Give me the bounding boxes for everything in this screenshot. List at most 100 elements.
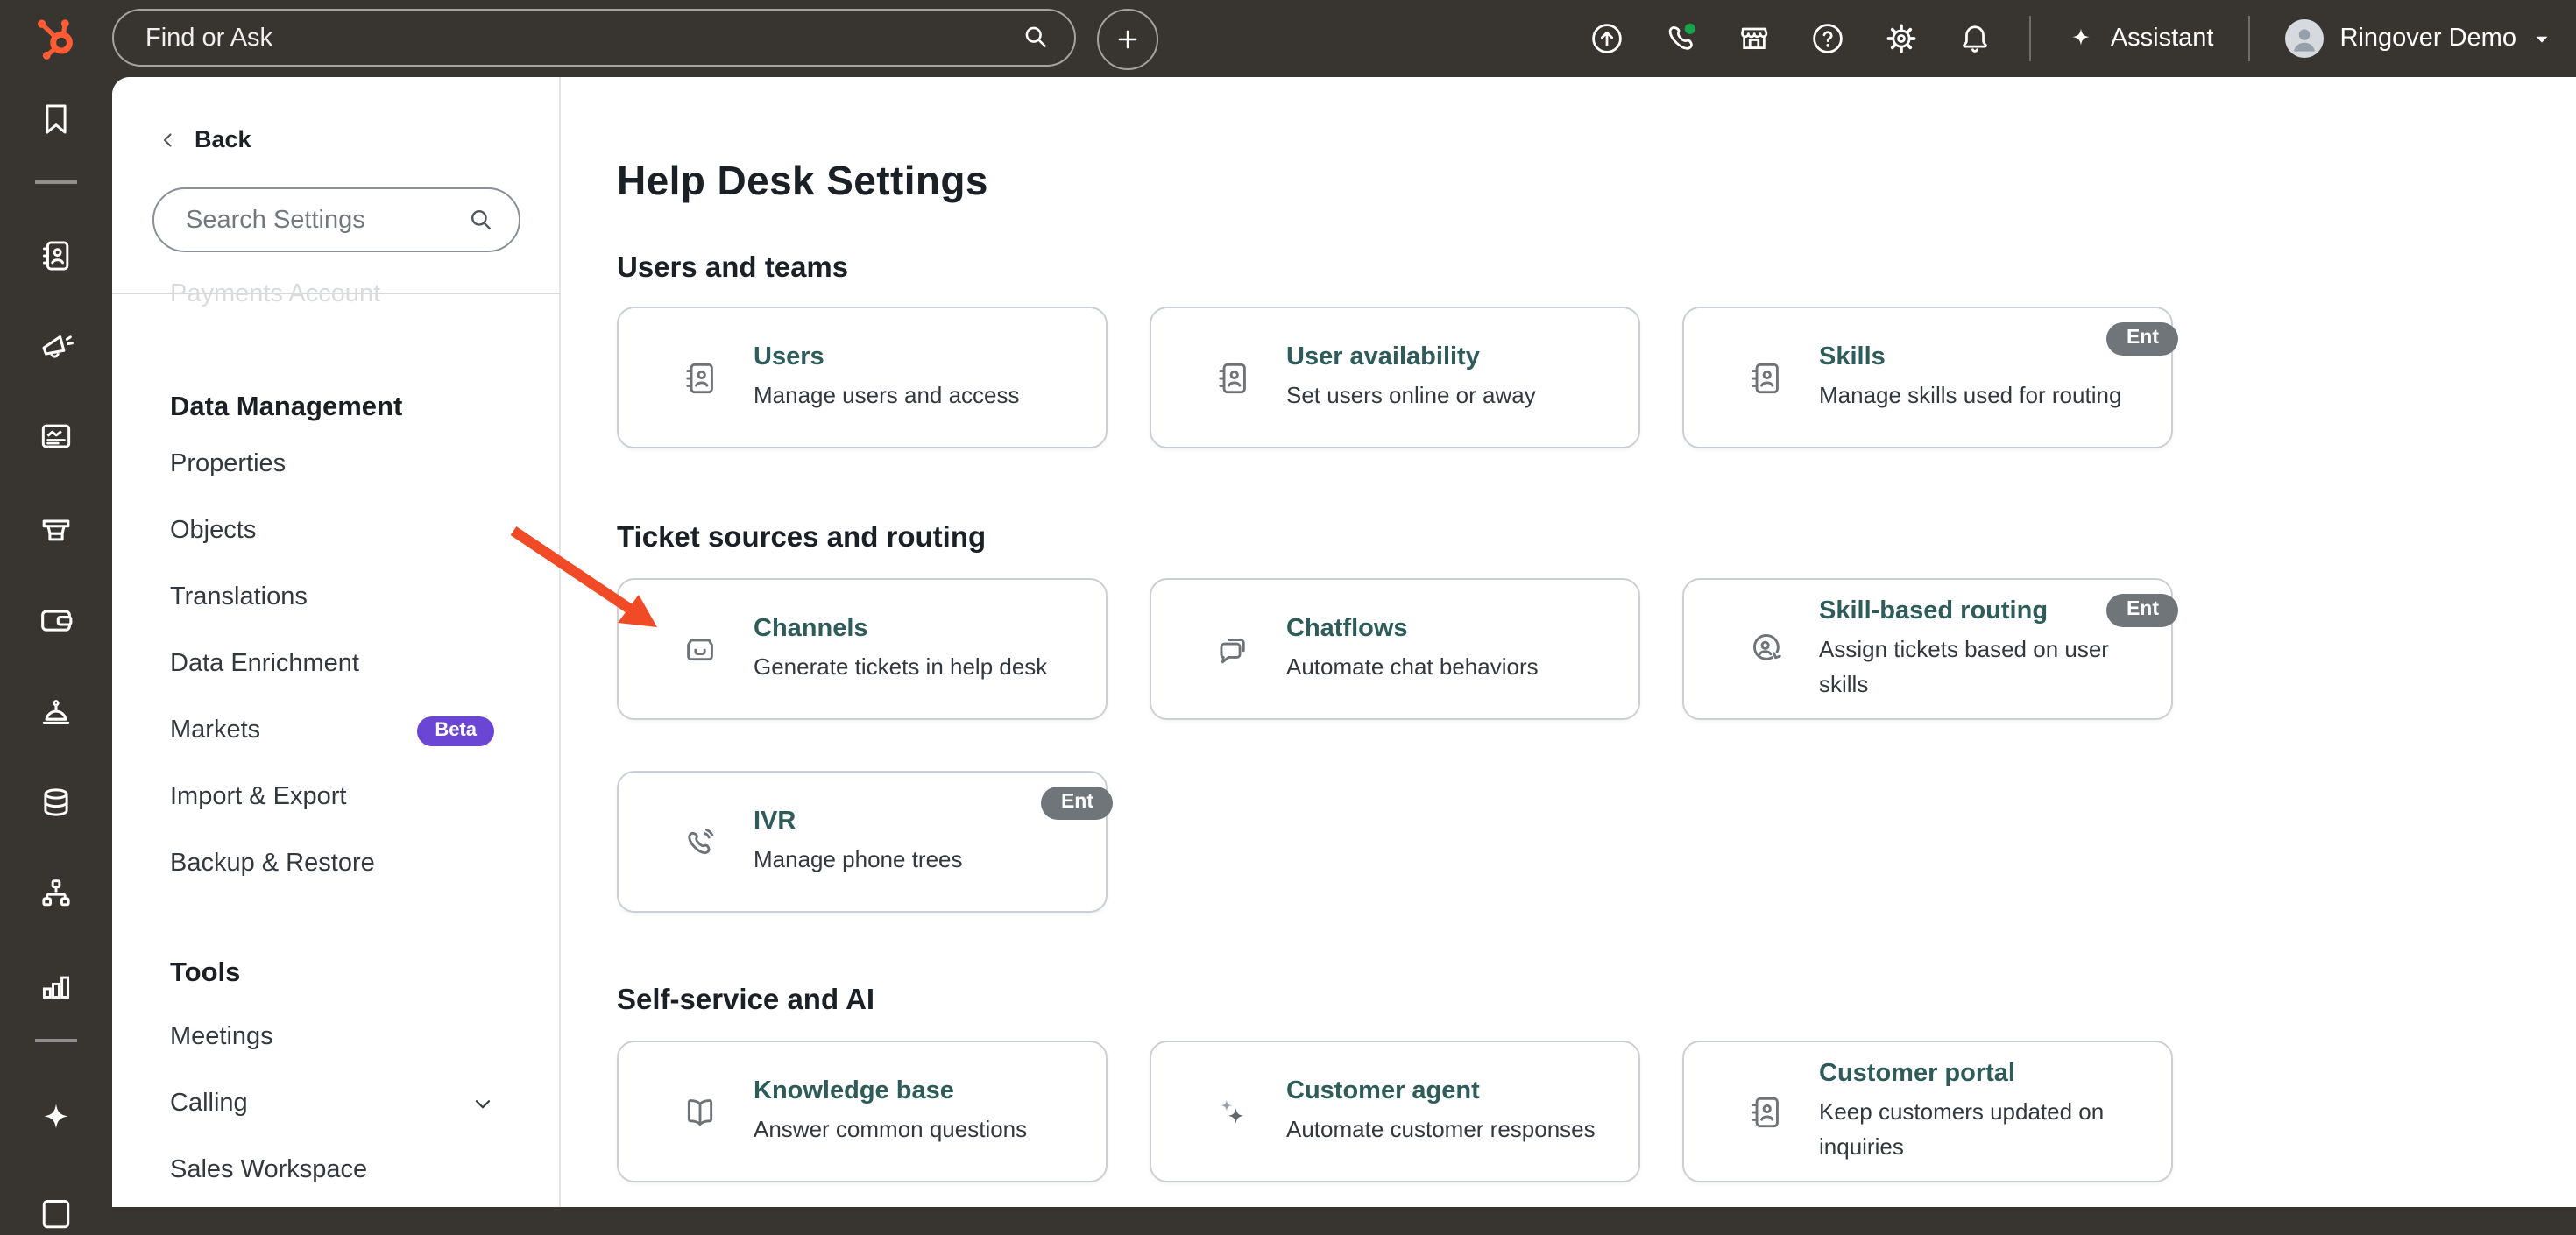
nav-group-header-tools: Tools <box>170 955 240 993</box>
open-book-icon <box>680 1091 720 1132</box>
chevron-left-icon <box>158 129 179 150</box>
plus-icon <box>1113 25 1143 54</box>
automations-icon[interactable] <box>37 874 75 913</box>
back-label: Back <box>195 126 251 152</box>
chevron-down-icon <box>471 1092 494 1115</box>
card-user-availability[interactable]: User availability Set users online or aw… <box>1150 307 1640 448</box>
topbar-divider <box>2030 16 2032 61</box>
app: Assistant Ringover Demo <box>0 0 2576 1207</box>
sidebar-item-calling[interactable]: Calling <box>170 1070 536 1137</box>
content-icon[interactable] <box>37 417 75 455</box>
upgrade-icon[interactable] <box>1589 19 1627 58</box>
card-knowledge-base[interactable]: Knowledge base Answer common questions <box>617 1041 1108 1182</box>
card-skill-based-routing[interactable]: Ent Skill-based routing Assign tickets b… <box>1682 578 2173 720</box>
address-book-icon <box>680 357 720 398</box>
sidebar-item-data-enrichment[interactable]: Data Enrichment <box>170 631 536 697</box>
sidebar-divider <box>112 293 561 294</box>
account-menu[interactable]: Ringover Demo <box>2286 19 2552 58</box>
calling-icon[interactable] <box>1662 19 1701 58</box>
create-button[interactable] <box>1097 9 1158 70</box>
sidebar-item-properties[interactable]: Properties <box>170 431 536 498</box>
card-title: Channels <box>754 613 1047 645</box>
workspace-icon[interactable] <box>37 1196 75 1235</box>
settings-gear-icon[interactable] <box>1883 19 1921 58</box>
sidebar-item-sales-workspace[interactable]: Sales Workspace <box>170 1137 536 1203</box>
global-search-input[interactable] <box>112 9 1076 67</box>
marketing-megaphone-icon[interactable] <box>36 327 76 367</box>
phone-call-icon <box>680 822 720 862</box>
back-button[interactable]: Back <box>158 126 251 152</box>
card-skills[interactable]: Ent Skills Manage skills used for routin… <box>1682 307 2173 448</box>
nav-group-header-data-management: Data Management <box>170 389 402 427</box>
card-desc: Keep customers updated on inquiries <box>1819 1095 2147 1166</box>
service-bell-icon[interactable] <box>36 691 76 731</box>
sparkles-icon <box>1213 1091 1253 1132</box>
rail-divider <box>35 1039 77 1041</box>
search-icon <box>1020 21 1051 53</box>
marketplace-icon[interactable] <box>1736 19 1774 58</box>
card-desc: Automate customer responses <box>1286 1112 1596 1147</box>
card-title: Chatflows <box>1286 613 1539 645</box>
assistant-label: Assistant <box>2111 25 2214 53</box>
data-icon[interactable] <box>37 783 75 822</box>
user-routing-icon <box>1745 629 1786 669</box>
card-chatflows[interactable]: Chatflows Automate chat behaviors <box>1150 578 1640 720</box>
card-title: Customer agent <box>1286 1076 1596 1107</box>
settings-main: Help Desk Settings Users and teams Users… <box>561 77 2576 1207</box>
topbar-divider <box>2249 16 2251 61</box>
hubspot-logo-icon[interactable] <box>32 14 81 63</box>
page-title: Help Desk Settings <box>617 158 988 205</box>
commerce-wallet-icon[interactable] <box>36 600 76 640</box>
help-icon[interactable] <box>1809 19 1848 58</box>
card-desc: Assign tickets based on user skills <box>1819 632 2147 703</box>
sidebar-item-objects[interactable]: Objects <box>170 498 536 564</box>
sidebar-item-import-export[interactable]: Import & Export <box>170 764 536 830</box>
settings-search-input[interactable] <box>152 187 520 252</box>
account-name: Ringover Demo <box>2340 25 2517 53</box>
card-ivr[interactable]: Ent IVR Manage phone trees <box>617 771 1108 913</box>
card-title: Users <box>754 342 1020 373</box>
main-nav-rail <box>0 77 112 1207</box>
reporting-icon[interactable] <box>37 967 75 1006</box>
sidebar-item-markets[interactable]: Markets Beta <box>170 697 536 764</box>
assistant-button[interactable]: Assistant <box>2067 24 2214 53</box>
address-book-icon <box>1745 1091 1786 1132</box>
beta-badge: Beta <box>417 716 494 745</box>
card-desc: Manage phone trees <box>754 843 963 878</box>
card-desc: Manage users and access <box>754 378 1020 413</box>
notifications-bell-icon[interactable] <box>1957 19 1995 58</box>
sidebar-item-backup-restore[interactable]: Backup & Restore <box>170 830 536 897</box>
bookmarks-icon[interactable] <box>37 100 75 138</box>
section-header-ticket-sources: Ticket sources and routing <box>617 522 986 555</box>
search-icon <box>466 205 496 235</box>
avatar <box>2286 19 2325 58</box>
card-customer-agent[interactable]: Customer agent Automate customer respons… <box>1150 1041 1640 1182</box>
sidebar-item-meetings[interactable]: Meetings <box>170 1004 536 1070</box>
card-title: Knowledge base <box>754 1076 1027 1107</box>
sales-icon[interactable] <box>36 509 76 549</box>
inbox-tray-icon <box>680 629 720 669</box>
settings-sidebar: Back Payments Account Data Management Pr… <box>112 77 561 1207</box>
card-title: Skill-based routing <box>1819 596 2147 627</box>
top-nav-bar: Assistant Ringover Demo <box>0 0 2576 77</box>
section-header-users-and-teams: Users and teams <box>617 252 848 286</box>
card-title: Skills <box>1819 342 2121 373</box>
card-customer-portal[interactable]: Customer portal Keep customers updated o… <box>1682 1041 2173 1182</box>
card-users[interactable]: Users Manage users and access <box>617 307 1108 448</box>
card-title: IVR <box>754 806 963 837</box>
rail-divider <box>35 180 77 183</box>
ai-sparkle-icon[interactable] <box>35 1098 77 1140</box>
card-desc: Manage skills used for routing <box>1819 378 2121 413</box>
card-desc: Automate chat behaviors <box>1286 650 1539 685</box>
sparkle-icon <box>2067 24 2097 53</box>
card-desc: Set users online or away <box>1286 378 1536 413</box>
card-desc: Answer common questions <box>754 1112 1027 1147</box>
card-desc: Generate tickets in help desk <box>754 650 1047 685</box>
presence-dot <box>1686 24 1696 34</box>
card-title: User availability <box>1286 342 1536 373</box>
card-channels[interactable]: Channels Generate tickets in help desk <box>617 578 1108 720</box>
address-book-icon <box>1213 357 1253 398</box>
crm-contacts-icon[interactable] <box>37 236 75 275</box>
sidebar-item-translations[interactable]: Translations <box>170 564 536 631</box>
section-header-self-service-ai: Self-service and AI <box>617 984 874 1018</box>
